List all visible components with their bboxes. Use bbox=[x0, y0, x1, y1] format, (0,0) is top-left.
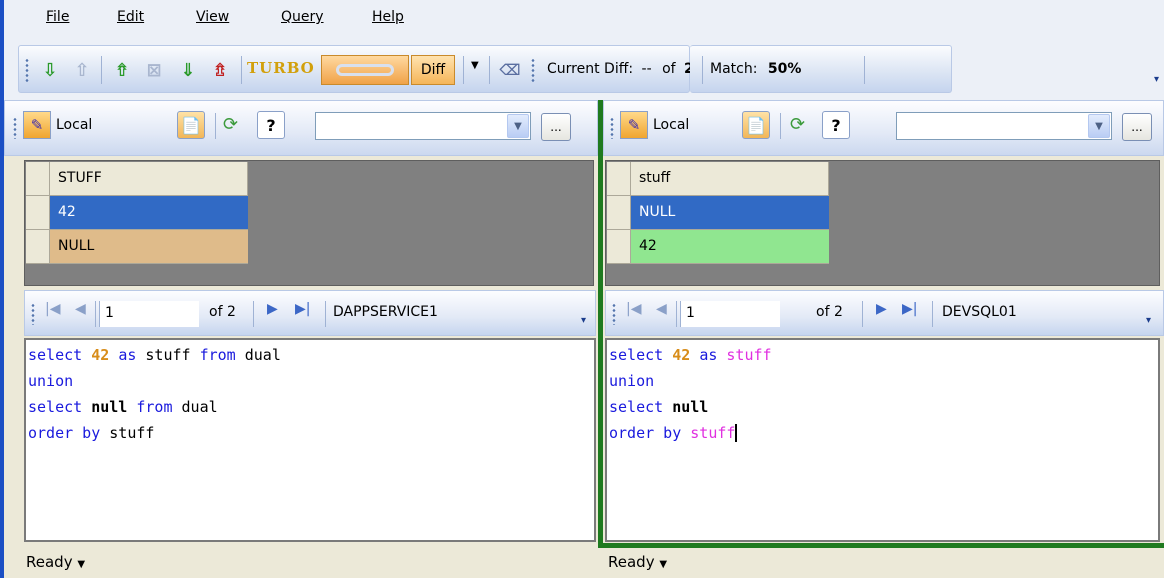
left-server-name: DAPPSERVICE1 bbox=[333, 304, 438, 320]
chain-link-icon bbox=[336, 64, 394, 76]
open-query-icon[interactable]: 📄 bbox=[177, 111, 205, 139]
sql-line: select 42 as stuff from dual bbox=[28, 346, 281, 364]
last-record-icon[interactable]: ▶| bbox=[902, 301, 917, 317]
column-header[interactable]: stuff bbox=[631, 162, 829, 195]
grid-cell[interactable]: 42 bbox=[50, 196, 248, 229]
right-server-name: DEVSQL01 bbox=[942, 304, 1017, 320]
current-diff-readout: Current Diff: -- of 2 bbox=[547, 61, 694, 77]
main-toolbar: ⇩ ⇧ ⇮ ⊠ ⇓ ⇯ TURBO Diff ▼ ⌫ Current Diff:… bbox=[0, 40, 1164, 100]
up-disabled-icon[interactable]: ⇧ bbox=[69, 57, 95, 83]
left-connection-combo[interactable]: ▼ bbox=[315, 112, 531, 140]
left-record-count: of 2 bbox=[209, 304, 236, 320]
left-sql-editor[interactable]: select 42 as stuff from dual union selec… bbox=[24, 338, 596, 542]
refresh-icon[interactable]: ⟳ bbox=[223, 114, 238, 135]
chevron-down-icon[interactable]: ▼ bbox=[507, 114, 529, 138]
last-diff-icon[interactable]: ⇯ bbox=[207, 57, 233, 83]
left-connection-toolbar: ✎ Local 📄 ⟳ ? ▼ ... bbox=[4, 100, 598, 156]
menu-help[interactable]: Help bbox=[372, 9, 404, 25]
toolbar-overflow-icon[interactable]: ▾ bbox=[1154, 74, 1159, 85]
eraser-icon[interactable]: ⌫ bbox=[497, 57, 523, 83]
left-connection-button[interactable]: ✎ Local bbox=[23, 109, 92, 141]
menu-file[interactable]: File bbox=[46, 9, 69, 25]
right-record-position-input[interactable]: 1 bbox=[680, 301, 780, 327]
turbo-button[interactable]: TURBO bbox=[247, 59, 317, 81]
left-record-navigator: |◀ ◀ 1 of 2 ▶ ▶| DAPPSERVICE1 ▾ bbox=[24, 290, 596, 336]
menu-query[interactable]: Query bbox=[281, 9, 324, 25]
menu-bar: File Edit View Query Help bbox=[0, 0, 1164, 40]
column-header[interactable]: STUFF bbox=[50, 162, 248, 195]
first-record-icon[interactable]: |◀ bbox=[626, 301, 641, 317]
menu-edit[interactable]: Edit bbox=[117, 9, 144, 25]
sql-line: select null bbox=[609, 398, 709, 416]
sql-line: select null from dual bbox=[28, 398, 218, 416]
grid-cell[interactable]: 42 bbox=[631, 230, 829, 263]
sql-line: select 42 as stuff bbox=[609, 346, 772, 364]
table-row[interactable]: NULL bbox=[26, 230, 248, 264]
toolbar-grip[interactable] bbox=[13, 117, 17, 139]
open-query-icon[interactable]: 📄 bbox=[742, 111, 770, 139]
refresh-icon[interactable]: ⟳ bbox=[790, 114, 805, 135]
right-browse-button[interactable]: ... bbox=[1122, 113, 1152, 141]
next-diff-icon[interactable]: ⇓ bbox=[175, 57, 201, 83]
right-connection-combo[interactable]: ▼ bbox=[896, 112, 1112, 140]
left-results-grid: STUFF 42 NULL bbox=[24, 160, 594, 286]
grid-cell[interactable]: NULL bbox=[631, 196, 829, 229]
toolbar-grip[interactable] bbox=[610, 117, 614, 139]
run-icon[interactable]: ⇩ bbox=[37, 57, 63, 83]
grid-header-row: STUFF bbox=[26, 162, 248, 196]
table-row[interactable]: 42 bbox=[26, 196, 248, 230]
match-toolbar-band: Match: 50% bbox=[690, 45, 952, 93]
chevron-down-icon: ▼ bbox=[659, 559, 668, 570]
menu-view[interactable]: View bbox=[196, 9, 229, 25]
prev-record-icon[interactable]: ◀ bbox=[656, 301, 667, 317]
right-record-count: of 2 bbox=[816, 304, 843, 320]
last-record-icon[interactable]: ▶| bbox=[295, 301, 310, 317]
right-status-text[interactable]: Ready ▼ bbox=[608, 553, 667, 571]
help-icon[interactable]: ? bbox=[257, 111, 285, 139]
chevron-down-icon[interactable]: ▼ bbox=[1088, 114, 1110, 138]
chevron-down-icon: ▼ bbox=[77, 559, 86, 570]
match-readout: Match: 50% bbox=[710, 61, 802, 77]
sql-line: union bbox=[609, 372, 655, 390]
link-toggle-button[interactable] bbox=[321, 55, 409, 85]
prev-diff-disabled-icon[interactable]: ⊠ bbox=[141, 57, 167, 83]
right-record-navigator: |◀ ◀ 1 of 2 ▶ ▶| DEVSQL01 ▾ bbox=[605, 290, 1164, 336]
nav-overflow-icon[interactable]: ▾ bbox=[1146, 315, 1151, 326]
right-connection-button[interactable]: ✎ Local bbox=[620, 109, 689, 141]
right-connection-toolbar: ✎ Local 📄 ⟳ ? ▼ ... bbox=[603, 100, 1164, 156]
toolbar-grip[interactable] bbox=[612, 303, 616, 325]
grid-header-row: stuff bbox=[607, 162, 829, 196]
next-record-icon[interactable]: ▶ bbox=[876, 301, 887, 317]
sql-line: order by stuff bbox=[28, 424, 155, 442]
toolbar-grip-2[interactable] bbox=[531, 58, 535, 82]
left-record-position-input[interactable]: 1 bbox=[99, 301, 199, 327]
sql-line: order by stuff bbox=[609, 424, 738, 442]
right-sql-editor[interactable]: select 42 as stuff union select null ord… bbox=[605, 338, 1160, 542]
help-icon[interactable]: ? bbox=[822, 111, 850, 139]
pencil-icon: ✎ bbox=[620, 111, 648, 139]
table-row[interactable]: NULL bbox=[607, 196, 829, 230]
first-record-icon[interactable]: |◀ bbox=[45, 301, 60, 317]
pencil-icon: ✎ bbox=[23, 111, 51, 139]
left-status-text[interactable]: Ready ▼ bbox=[26, 553, 85, 571]
prev-record-icon[interactable]: ◀ bbox=[75, 301, 86, 317]
toolbar-grip[interactable] bbox=[25, 58, 29, 82]
first-diff-icon[interactable]: ⇮ bbox=[109, 57, 135, 83]
table-row[interactable]: 42 bbox=[607, 230, 829, 264]
sql-line: union bbox=[28, 372, 74, 390]
diff-toggle-button[interactable]: Diff bbox=[411, 55, 455, 85]
left-browse-button[interactable]: ... bbox=[541, 113, 571, 141]
right-results-grid: stuff NULL 42 bbox=[605, 160, 1160, 286]
diff-options-dropdown-icon[interactable]: ▼ bbox=[471, 60, 479, 71]
toolbar-grip[interactable] bbox=[31, 303, 35, 325]
compare-toolbar-band: ⇩ ⇧ ⇮ ⊠ ⇓ ⇯ TURBO Diff ▼ ⌫ Current Diff:… bbox=[18, 45, 694, 93]
nav-overflow-icon[interactable]: ▾ bbox=[581, 315, 586, 326]
next-record-icon[interactable]: ▶ bbox=[267, 301, 278, 317]
grid-cell[interactable]: NULL bbox=[50, 230, 248, 263]
